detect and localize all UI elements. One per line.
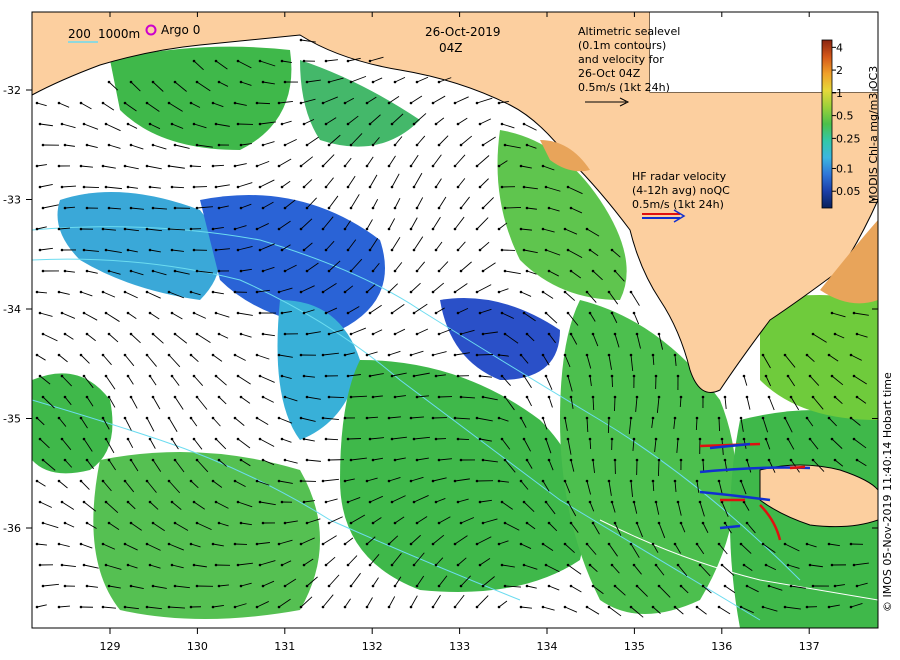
x-tick-label: 130: [187, 640, 208, 653]
colorbar-tick-label: 4: [836, 41, 843, 54]
radar-line-3: 0.5m/s (1kt 24h): [632, 198, 724, 211]
colorbar-title: MODIS Chl-a mg/m3 OC3: [867, 66, 880, 204]
alt-line-2: (0.1m contours): [578, 39, 666, 52]
radar-line-1: HF radar velocity: [632, 170, 727, 183]
x-tick-label: 132: [362, 640, 383, 653]
x-tick-label: 135: [624, 640, 645, 653]
alt-line-4: 26-Oct 04Z: [578, 67, 641, 80]
colorbar-tick-label: 1: [836, 87, 843, 100]
map-layers: [32, 12, 878, 628]
y-tick-label: -35: [3, 413, 21, 426]
alt-line-1: Altimetric sealevel: [578, 25, 680, 38]
contour-200-label: 200: [68, 27, 91, 41]
colorbar-tick-label: 0.1: [836, 162, 854, 175]
y-tick-label: -36: [3, 522, 21, 535]
alt-line-5: 0.5m/s (1kt 24h): [578, 81, 670, 94]
credit-text: © IMOS 05-Nov-2019 11:40:14 Hobart time: [881, 372, 894, 612]
x-tick-label: 131: [274, 640, 295, 653]
argo-label: Argo 0: [161, 23, 200, 37]
x-tick-label: 134: [537, 640, 558, 653]
x-tick-label: 129: [100, 640, 121, 653]
colorbar-scale: [821, 39, 833, 209]
colorbar-tick-label: 0.25: [836, 132, 861, 145]
x-tick-label: 136: [711, 640, 732, 653]
colorbar-tick-label: 0.5: [836, 110, 854, 123]
colorbar-tick-label: 0.05: [836, 185, 861, 198]
y-tick-label: -32: [3, 84, 21, 97]
y-tick-label: -33: [3, 194, 21, 207]
alt-line-3: and velocity for: [578, 53, 664, 66]
x-tick-label: 133: [449, 640, 470, 653]
contour-1000-label: 1000m: [98, 27, 140, 41]
radar-line-2: (4-12h avg) noQC: [632, 184, 730, 197]
map-date: 26-Oct-2019: [425, 25, 501, 39]
ocean-chlorophyll-map: 129 130 131 132 133 134 135 136 137 -32 -33 -34 -35…: [3, 11, 894, 653]
colorbar-tick-label: 2: [836, 64, 843, 77]
map-time: 04Z: [439, 41, 463, 55]
y-tick-label: -34: [3, 303, 21, 316]
x-tick-label: 137: [799, 640, 820, 653]
